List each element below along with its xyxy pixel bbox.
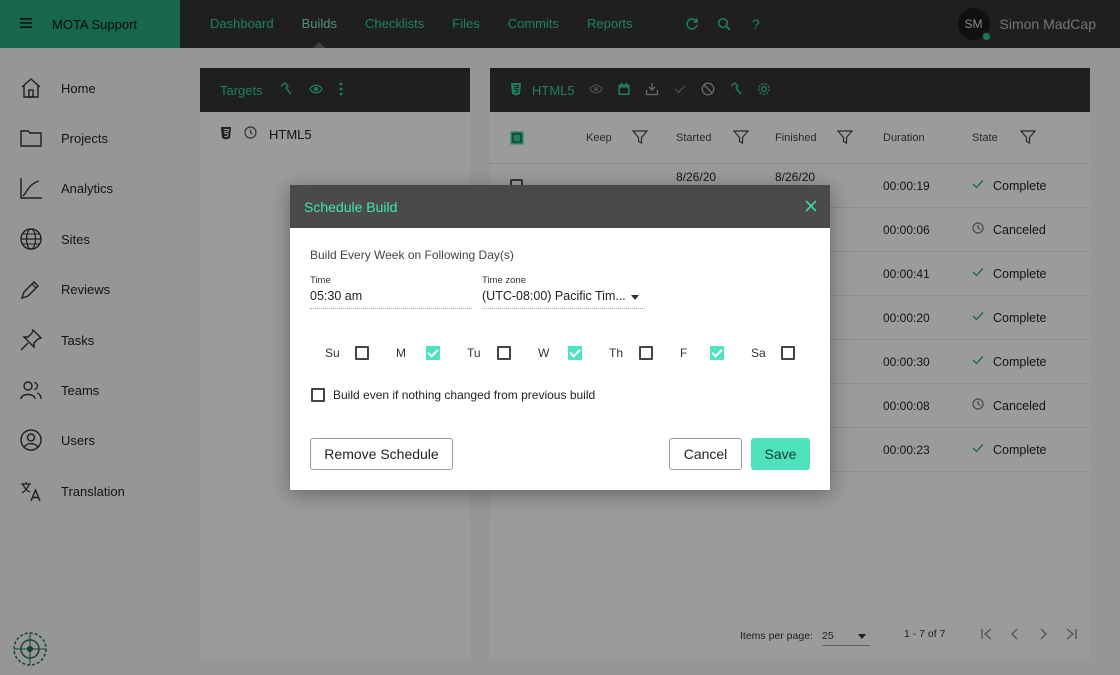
- day-label: Su: [325, 346, 340, 360]
- time-value: 05:30 am: [310, 289, 363, 303]
- day-label: Th: [609, 346, 624, 360]
- timezone-field[interactable]: Time zone (UTC-08:00) Pacific Tim...: [482, 275, 645, 309]
- day-sunday[interactable]: Su: [325, 345, 396, 361]
- day-checkbox[interactable]: [497, 346, 511, 360]
- weekday-selector: Su M Tu W Th F Sa: [325, 345, 801, 361]
- build-even-label: Build even if nothing changed from previ…: [333, 388, 596, 402]
- day-monday[interactable]: M: [396, 345, 467, 361]
- day-checkbox[interactable]: [568, 346, 582, 360]
- day-checkbox[interactable]: [781, 346, 795, 360]
- schedule-description: Build Every Week on Following Day(s): [310, 248, 514, 262]
- schedule-build-dialog: Schedule Build Build Every Week on Follo…: [290, 185, 830, 490]
- dialog-title: Schedule Build: [304, 198, 398, 215]
- remove-schedule-button[interactable]: Remove Schedule: [310, 438, 453, 470]
- day-checkbox[interactable]: [355, 346, 369, 360]
- day-friday[interactable]: F: [680, 345, 751, 361]
- day-checkbox[interactable]: [710, 346, 724, 360]
- chevron-down-icon: [631, 295, 639, 300]
- save-button[interactable]: Save: [751, 438, 810, 470]
- timezone-select[interactable]: (UTC-08:00) Pacific Tim...: [482, 289, 645, 309]
- cancel-button[interactable]: Cancel: [669, 438, 742, 470]
- day-checkbox[interactable]: [426, 346, 440, 360]
- day-checkbox[interactable]: [639, 346, 653, 360]
- day-wednesday[interactable]: W: [538, 345, 609, 361]
- dialog-header: Schedule Build: [290, 185, 830, 228]
- build-even-checkbox[interactable]: [311, 388, 325, 402]
- timezone-value: (UTC-08:00) Pacific Tim...: [482, 289, 626, 303]
- day-label: Sa: [751, 346, 766, 360]
- time-field[interactable]: Time 05:30 am: [310, 275, 472, 309]
- day-label: F: [680, 346, 688, 360]
- day-label: M: [396, 346, 406, 360]
- timezone-label: Time zone: [482, 275, 526, 286]
- time-input[interactable]: 05:30 am: [310, 289, 472, 309]
- close-icon[interactable]: [804, 199, 818, 213]
- day-label: Tu: [467, 346, 481, 360]
- day-tuesday[interactable]: Tu: [467, 345, 538, 361]
- build-even-option[interactable]: Build even if nothing changed from previ…: [311, 388, 595, 402]
- day-label: W: [538, 346, 550, 360]
- day-saturday[interactable]: Sa: [751, 345, 801, 361]
- time-label: Time: [310, 275, 331, 286]
- day-thursday[interactable]: Th: [609, 345, 680, 361]
